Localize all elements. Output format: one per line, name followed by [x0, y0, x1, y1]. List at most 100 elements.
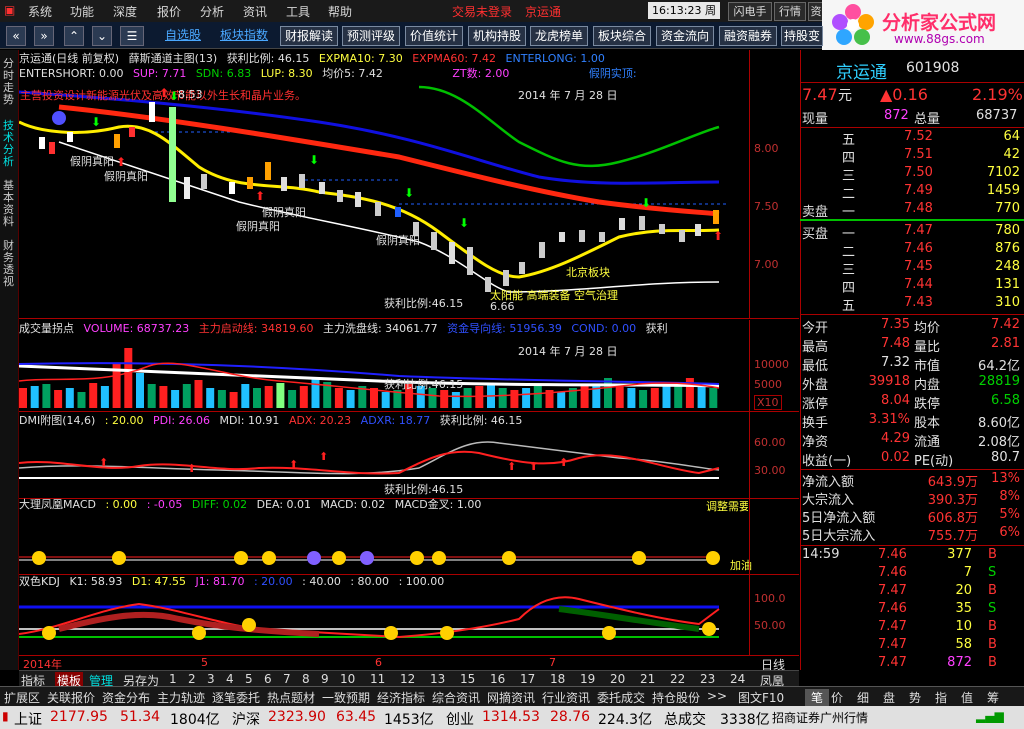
extension-tab[interactable]: 综合资讯	[432, 689, 480, 706]
toolbar-institution-holding[interactable]: 机构持股	[468, 26, 526, 46]
extension-tab[interactable]: 逐笔委托	[212, 689, 260, 706]
template-tab[interactable]: 19	[580, 672, 595, 686]
menu-depth[interactable]: 深度	[113, 3, 137, 20]
template-tab[interactable]: 21	[640, 672, 655, 686]
sh-name[interactable]: 上证	[14, 709, 42, 729]
down-icon[interactable]: ⌄	[92, 26, 112, 46]
extension-tab[interactable]: 笔	[805, 689, 830, 706]
template-tab[interactable]: 10	[340, 672, 355, 686]
tab-technical[interactable]: 技术分析	[1, 120, 16, 168]
extension-tab[interactable]: 扩展区	[4, 689, 40, 706]
menu-tools[interactable]: 工具	[286, 3, 310, 20]
watchlist-link[interactable]: 自选股	[162, 26, 204, 44]
cy-name[interactable]: 创业	[446, 709, 474, 729]
template-tab[interactable]: 4	[226, 672, 234, 686]
extension-tab[interactable]: 筹	[987, 689, 999, 706]
tab-financial[interactable]: 财务透视	[1, 240, 16, 288]
template-tab[interactable]: 23	[700, 672, 715, 686]
extension-tab[interactable]: 指	[935, 689, 947, 706]
extension-tab[interactable]: 持仓股份	[652, 689, 700, 706]
sector-index-link[interactable]: 板块指数	[218, 26, 270, 44]
extension-tab[interactable]: 关联报价	[47, 689, 95, 706]
toolbar-forecast-rating[interactable]: 预测评级	[342, 26, 400, 46]
template-tab[interactable]: 6	[264, 672, 272, 686]
login-status[interactable]: 交易未登录	[452, 3, 512, 20]
bid-level-row[interactable]: 一 7.47 780	[800, 223, 1024, 242]
extension-tab[interactable]: 图文F10	[738, 689, 784, 706]
macd-chart[interactable]	[19, 512, 749, 574]
ask-level-row[interactable]: 四 7.51 42	[800, 147, 1024, 166]
template-tab[interactable]: 2	[188, 672, 196, 686]
template-tab[interactable]: 12	[400, 672, 415, 686]
template-tab[interactable]: 16	[490, 672, 505, 686]
template-tab[interactable]: 18	[550, 672, 565, 686]
flash-trade-button[interactable]: 闪电手	[728, 2, 772, 21]
template-tab[interactable]: 1	[169, 672, 177, 686]
extension-tab[interactable]: 盘	[883, 689, 895, 706]
menu-info[interactable]: 资讯	[243, 3, 267, 20]
extension-tab[interactable]: >>	[707, 689, 727, 703]
template-tab[interactable]: 7	[283, 672, 291, 686]
menu-function[interactable]: 功能	[70, 3, 94, 20]
menu-help[interactable]: 帮助	[328, 3, 352, 20]
kdj-chart[interactable]	[19, 589, 749, 655]
template-tab[interactable]: 9	[321, 672, 329, 686]
template-tab[interactable]: 11	[370, 672, 385, 686]
menu-quote[interactable]: 报价	[157, 3, 181, 20]
toolbar-sector-overview[interactable]: 板块综合	[593, 26, 651, 46]
back-double-icon[interactable]: «	[6, 26, 26, 46]
kdj-title[interactable]: 双色KDJ	[19, 575, 60, 588]
extension-tab[interactable]: 价	[831, 689, 843, 706]
ask-level-row[interactable]: 三 7.50 7102	[800, 165, 1024, 184]
template-tab[interactable]: 5	[245, 672, 253, 686]
toolbar-dragon-tiger[interactable]: 龙虎榜单	[530, 26, 588, 46]
extension-tab[interactable]: 行业资讯	[542, 689, 590, 706]
extension-tab[interactable]: 网摘资讯	[487, 689, 535, 706]
main-kline-chart[interactable]: ⬇ ⬇ ⬇ ⬇ ⬇ ⬇ ⬆ ⬆ ⬆ ⬆	[19, 82, 749, 318]
toolbar-capital-flow[interactable]: 资金流向	[656, 26, 714, 46]
extension-tab[interactable]: 委托成交	[597, 689, 645, 706]
volume-title[interactable]: 成交量拐点	[19, 322, 74, 335]
template-tab[interactable]: 24	[730, 672, 745, 686]
bid-level-row[interactable]: 五 7.43 310	[800, 295, 1024, 314]
extension-tab[interactable]: 主力轨迹	[157, 689, 205, 706]
ask-level-row[interactable]: 一 7.48 770	[800, 201, 1024, 220]
template-tab[interactable]: 20	[610, 672, 625, 686]
ask-level-row[interactable]: 二 7.49 1459	[800, 183, 1024, 202]
template-tab[interactable]: 17	[520, 672, 535, 686]
macd-title[interactable]: 大理凤凰MACD	[19, 498, 96, 511]
bid-level-row[interactable]: 二 7.46 876	[800, 241, 1024, 260]
tab-basic-info[interactable]: 基本资料	[1, 180, 16, 228]
template-tab[interactable]: 22	[670, 672, 685, 686]
extension-tab[interactable]: 经济指标	[377, 689, 425, 706]
toolbar-financial-report[interactable]: 财报解读	[280, 26, 338, 46]
ask-level-row[interactable]: 五 7.52 64	[800, 129, 1024, 148]
toolbar-holding-change[interactable]: 持股变	[781, 26, 823, 46]
up-icon[interactable]: ⌃	[64, 26, 84, 46]
bid-level-row[interactable]: 四 7.44 131	[800, 277, 1024, 296]
volume-chart[interactable]	[19, 336, 749, 411]
template-tab[interactable]: 15	[460, 672, 475, 686]
extension-tab[interactable]: 热点题材	[267, 689, 315, 706]
menu-list-icon[interactable]: ☰	[120, 26, 144, 46]
hs-name[interactable]: 沪深	[232, 709, 260, 729]
template-tab[interactable]: 13	[430, 672, 445, 686]
toolbar-margin-trading[interactable]: 融资融券	[719, 26, 777, 46]
extension-tab[interactable]: 细	[857, 689, 869, 706]
dmi-title[interactable]: DMI附图(14,6)	[19, 414, 95, 427]
tab-intraday[interactable]: 分时走势	[1, 58, 16, 106]
bid-level-row[interactable]: 三 7.45 248	[800, 259, 1024, 278]
template-tab[interactable]: 3	[207, 672, 215, 686]
app-icon[interactable]: ▣	[4, 3, 15, 17]
toolbar-value-stats[interactable]: 价值统计	[405, 26, 463, 46]
indicator-name[interactable]: 薛斯通道主图(13)	[129, 52, 218, 65]
market-button[interactable]: 行情	[774, 2, 806, 21]
extension-tab[interactable]: 势	[909, 689, 921, 706]
forward-double-icon[interactable]: »	[34, 26, 54, 46]
menu-analysis[interactable]: 分析	[200, 3, 224, 20]
menu-system[interactable]: 系统	[28, 3, 52, 20]
extension-tab[interactable]: 值	[961, 689, 973, 706]
extension-tab[interactable]: 一致预期	[322, 689, 370, 706]
template-tab[interactable]: 8	[302, 672, 310, 686]
extension-tab[interactable]: 资金分布	[102, 689, 150, 706]
